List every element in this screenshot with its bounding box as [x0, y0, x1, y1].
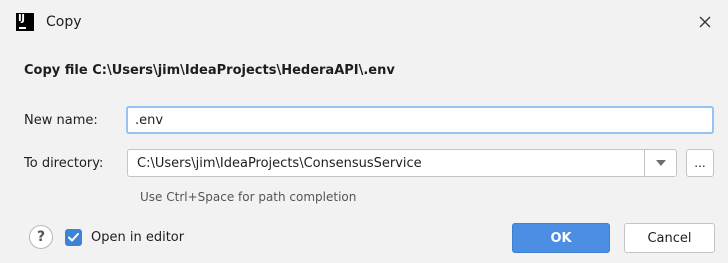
- help-button[interactable]: ?: [29, 225, 53, 249]
- browse-button[interactable]: ...: [686, 149, 714, 177]
- open-in-editor-label[interactable]: Open in editor: [91, 230, 184, 246]
- new-name-label: New name:: [24, 113, 98, 128]
- cancel-button[interactable]: Cancel: [624, 223, 715, 253]
- title-bar: IJ Copy: [0, 0, 728, 44]
- app-icon-bar: [19, 27, 26, 29]
- ok-button[interactable]: OK: [512, 223, 610, 253]
- chevron-down-icon: [655, 160, 666, 166]
- copy-dialog: IJ Copy Copy file C:\Users\jim\IdeaProje…: [0, 0, 728, 263]
- to-directory-input[interactable]: [128, 150, 644, 176]
- intellij-icon: IJ: [16, 13, 34, 31]
- app-icon-text: IJ: [18, 13, 25, 24]
- checkmark-icon: [68, 233, 79, 242]
- new-name-input[interactable]: [126, 106, 714, 134]
- to-directory-label: To directory:: [24, 156, 104, 171]
- open-in-editor-checkbox[interactable]: [65, 229, 82, 246]
- to-directory-dropdown-button[interactable]: [645, 150, 676, 176]
- help-icon: ?: [36, 229, 46, 245]
- dialog-heading: Copy file C:\Users\jim\IdeaProjects\Hede…: [24, 63, 395, 78]
- window-title: Copy: [46, 14, 82, 30]
- close-icon: [699, 16, 711, 28]
- path-completion-hint: Use Ctrl+Space for path completion: [140, 190, 357, 204]
- to-directory-combobox: [127, 149, 677, 177]
- close-button[interactable]: [692, 9, 718, 35]
